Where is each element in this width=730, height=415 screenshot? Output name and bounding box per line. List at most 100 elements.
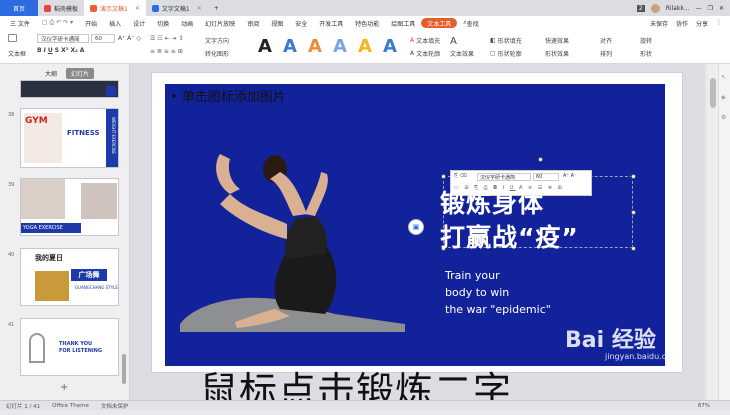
ppt-icon: [90, 4, 98, 12]
thumb-style: GUANGCHANG STYLE: [75, 285, 118, 290]
menu-view[interactable]: 视图: [265, 16, 289, 30]
menu-slideshow[interactable]: 幻灯片放映: [199, 16, 241, 30]
font-select[interactable]: 汉仪字研卡通简: [37, 34, 89, 43]
menu-transition[interactable]: 切换: [151, 16, 175, 30]
slide-subtitle-line2[interactable]: body to win: [445, 286, 509, 299]
close-icon[interactable]: ✕: [197, 5, 202, 12]
arrange-button[interactable]: 排列: [600, 49, 612, 58]
slide-thumbnail-38[interactable]: GYM FITNESS WEIGHT EXERCISE: [20, 108, 119, 168]
align-button[interactable]: 对齐: [600, 36, 612, 45]
art-style-2[interactable]: A: [283, 36, 297, 57]
settings-icon[interactable]: ⚙: [721, 114, 726, 121]
style-icon[interactable]: ◈: [721, 94, 726, 101]
slide-subtitle-line1[interactable]: Train your: [445, 269, 500, 282]
tab-presentation[interactable]: 演示文稿1 ✕: [84, 0, 146, 16]
shape-effect-button[interactable]: 形状效果: [545, 49, 569, 58]
avatar[interactable]: [650, 3, 660, 13]
smart-shape-button[interactable]: 形状: [640, 49, 652, 58]
slide-title-line1[interactable]: 锻炼身体: [440, 184, 544, 220]
shape-outline-button[interactable]: ▢ 形状轮廓: [490, 49, 522, 58]
mini-font-select[interactable]: 汉仪字研卡通简: [477, 173, 531, 181]
close-window-icon[interactable]: ✕: [719, 5, 724, 12]
image-placeholder-text[interactable]: • 单击图标添加图片: [170, 86, 286, 105]
vertical-scrollbar[interactable]: [708, 64, 718, 400]
shape-effect-label: 形状效果: [545, 51, 570, 58]
collaborate-button[interactable]: 协作: [676, 19, 688, 28]
tab-document[interactable]: 文字文稿1 ✕: [146, 0, 208, 16]
textbox-icon[interactable]: [8, 34, 17, 42]
new-tab-button[interactable]: +: [208, 0, 225, 16]
font-size-select[interactable]: 60: [91, 34, 115, 43]
quick-effect-button[interactable]: 快速效果: [545, 36, 569, 45]
tab-home[interactable]: 首页: [0, 0, 38, 16]
zoom-level[interactable]: 87%: [698, 403, 730, 409]
arrange-label: 排列: [600, 51, 613, 58]
shape-fill-button[interactable]: ◧ 形状填充: [490, 36, 522, 45]
file-menu[interactable]: 三 文件: [4, 16, 36, 30]
minimize-icon[interactable]: —: [696, 5, 702, 12]
add-slide-button[interactable]: +: [60, 382, 68, 393]
quick-access-icons[interactable]: ▢ ⎙ ↶ ↷ ▾: [36, 16, 79, 30]
protect-status[interactable]: 文档未保护: [101, 402, 129, 410]
slide-thumbnail-41[interactable]: THANK YOU FOR LISTENING: [20, 318, 119, 376]
slide-title-line2[interactable]: 打赢战“疫”: [440, 218, 579, 254]
convert-button[interactable]: 转化图形: [205, 49, 229, 58]
search-button[interactable]: ⌕ 查找: [457, 16, 484, 30]
tab-slides[interactable]: 幻灯片: [66, 68, 95, 79]
rotate-button[interactable]: 旋转: [640, 36, 652, 45]
scroll-thumb[interactable]: [710, 78, 716, 108]
text-outline-button[interactable]: A 文本轮廓: [410, 49, 440, 58]
user-name[interactable]: Rilakk...: [666, 5, 690, 12]
yoga-photo[interactable]: [175, 124, 415, 334]
art-style-5[interactable]: A: [358, 36, 372, 57]
image-icon[interactable]: ▣: [408, 219, 424, 235]
menu-features[interactable]: 特色功能: [349, 16, 385, 30]
thumb-summer: 我的夏日: [35, 254, 63, 262]
format-buttons[interactable]: B I U S X² X₂ A: [37, 47, 84, 54]
cursor-icon[interactable]: ↖: [721, 74, 726, 81]
menu-devtools[interactable]: 开发工具: [313, 16, 349, 30]
grow-font-icon[interactable]: A⁺ A⁻ ◇: [118, 35, 141, 42]
share-button[interactable]: 分享: [696, 19, 708, 28]
mini-grow-icons[interactable]: A⁺ A⁻: [563, 173, 577, 179]
textbox-button[interactable]: 文本框: [8, 49, 26, 58]
rotate-handle[interactable]: [538, 157, 543, 162]
unsaved-button[interactable]: 未保存: [650, 19, 668, 28]
menu-animation[interactable]: 动画: [175, 16, 199, 30]
menu-design[interactable]: 设计: [127, 16, 151, 30]
resize-handle[interactable]: [441, 174, 446, 179]
resize-handle[interactable]: [631, 246, 636, 251]
tab-document-label: 文字文稿1: [161, 5, 190, 13]
maximize-icon[interactable]: ❐: [708, 5, 713, 12]
tab-templates[interactable]: 稻壳模板: [38, 0, 84, 16]
resize-handle[interactable]: [631, 210, 636, 215]
slide-thumbnail-37[interactable]: [20, 80, 119, 98]
text-effect-button[interactable]: A: [450, 36, 457, 47]
mini-size-select[interactable]: 60: [533, 173, 559, 181]
slide-thumbnail-40[interactable]: 我的夏日 广场舞 GUANGCHANG STYLE: [20, 248, 119, 306]
text-effect-label-button[interactable]: 文本效果: [450, 49, 474, 58]
tab-outline[interactable]: 大纲: [40, 68, 62, 79]
art-style-3[interactable]: A: [308, 36, 322, 57]
mini-icons[interactable]: ⎘ ⌫: [454, 173, 467, 179]
menu-text-tools[interactable]: 文本工具: [421, 18, 458, 28]
menu-insert[interactable]: 插入: [103, 16, 127, 30]
paragraph-icons[interactable]: ☰ ☷ ⇤ ⇥ ↕: [150, 35, 183, 42]
text-fill-button[interactable]: A 文本填充: [410, 36, 440, 45]
menu-drawing-tools[interactable]: 绘图工具: [385, 16, 421, 30]
art-style-1[interactable]: A: [258, 36, 272, 57]
art-style-6[interactable]: A: [383, 36, 397, 57]
slide-thumbnail-39[interactable]: YOGA EXERCISE: [20, 178, 119, 236]
art-style-4[interactable]: A: [333, 36, 347, 57]
badge-icon[interactable]: 2: [636, 4, 645, 12]
more-icon[interactable]: ⋮: [716, 19, 722, 28]
text-direction-button[interactable]: 文字方向: [205, 36, 229, 45]
menu-start[interactable]: 开始: [79, 16, 103, 30]
menu-security[interactable]: 安全: [289, 16, 313, 30]
sidebar-scrollbar[interactable]: [122, 354, 126, 384]
resize-handle[interactable]: [631, 174, 636, 179]
close-icon[interactable]: ✕: [135, 5, 140, 12]
slide-subtitle-line3[interactable]: the war "epidemic": [445, 303, 551, 316]
menu-review[interactable]: 审阅: [241, 16, 265, 30]
align-icons[interactable]: ≡ ≣ ≡ ≡ ⊞: [150, 48, 183, 55]
